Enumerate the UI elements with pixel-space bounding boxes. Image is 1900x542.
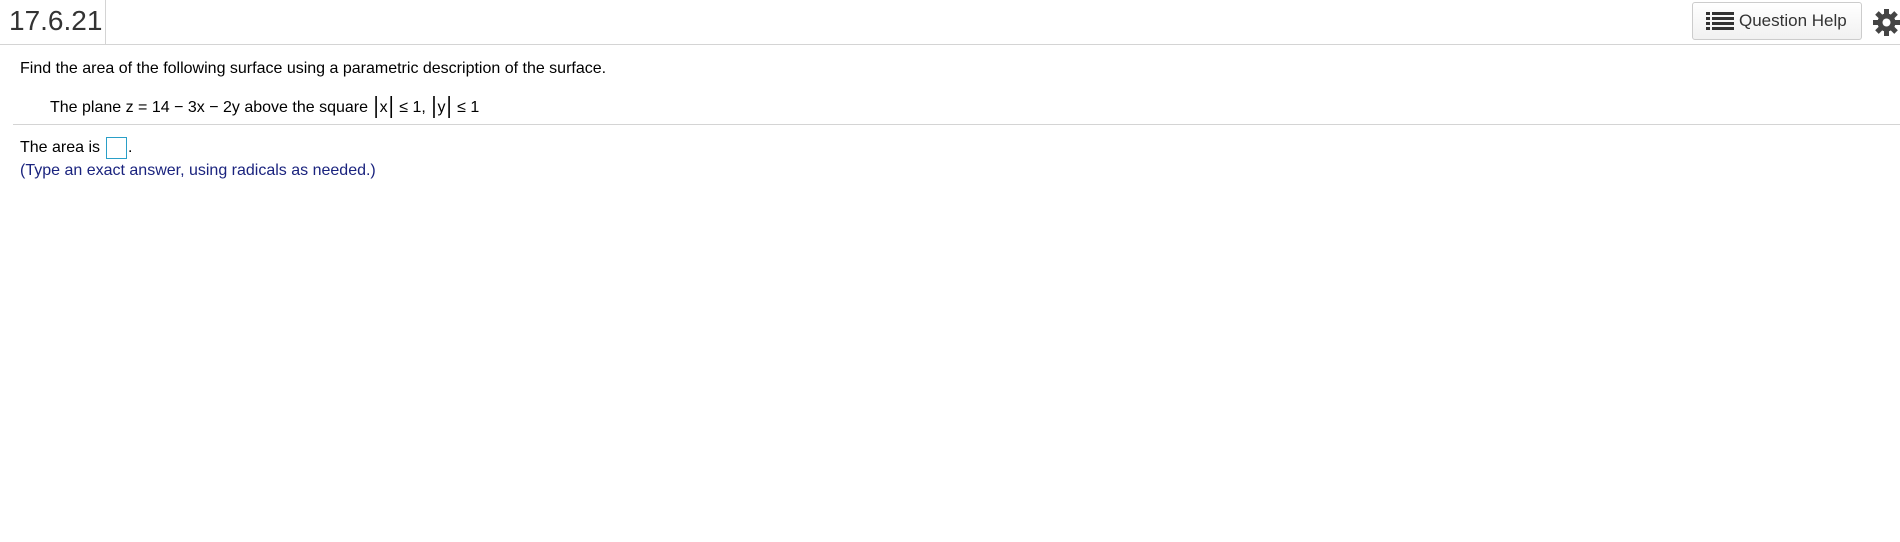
gear-icon[interactable] bbox=[1873, 9, 1900, 36]
abs-x-var: x bbox=[379, 99, 388, 116]
list-icon bbox=[1706, 11, 1734, 31]
header-divider bbox=[105, 0, 106, 44]
answer-label: The area is bbox=[20, 139, 101, 156]
abs-separator: ≤ 1, bbox=[394, 99, 431, 116]
problem-text: The plane z = 14 − 3x − 2y above the squ… bbox=[50, 99, 373, 116]
question-prompt: Find the area of the following surface u… bbox=[20, 60, 607, 77]
abs-end: ≤ 1 bbox=[452, 99, 480, 116]
question-help-button[interactable]: Question Help bbox=[1692, 2, 1862, 40]
question-number: 17.6.21 bbox=[9, 5, 103, 36]
problem-statement: The plane z = 14 − 3x − 2y above the squ… bbox=[50, 93, 480, 119]
header-bar: 17.6.21 Question Help bbox=[0, 0, 1900, 45]
area-answer-input[interactable] bbox=[106, 137, 128, 159]
question-help-label: Question Help bbox=[1739, 11, 1847, 30]
section-divider bbox=[13, 124, 1900, 125]
abs-y-var: y bbox=[437, 99, 446, 116]
answer-instruction: (Type an exact answer, using radicals as… bbox=[20, 162, 376, 179]
answer-suffix: . bbox=[128, 139, 133, 156]
answer-row: The area is . bbox=[20, 137, 133, 159]
